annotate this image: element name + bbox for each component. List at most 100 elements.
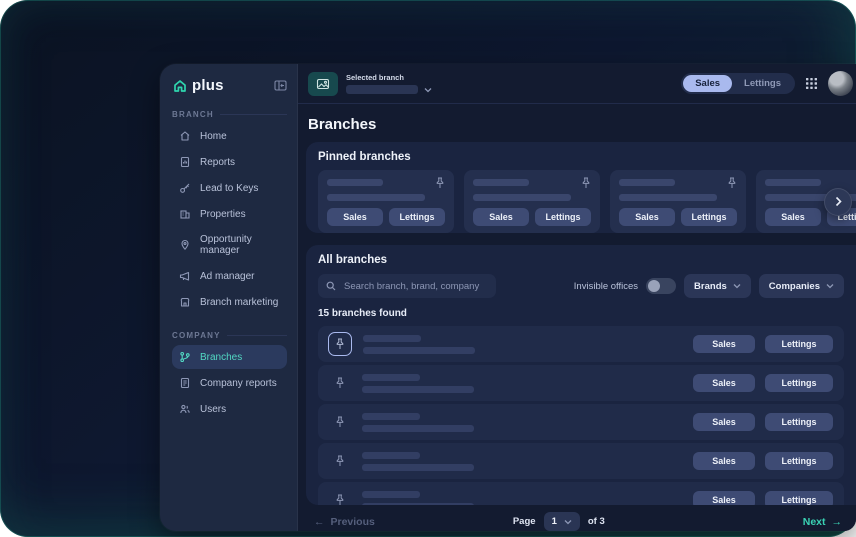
row-lettings-button[interactable]: Lettings xyxy=(765,491,833,505)
branches-list: Sales Lettings Sales Lettings xyxy=(318,326,844,505)
chevron-down-icon xyxy=(826,283,834,289)
logo-text: plus xyxy=(192,77,224,94)
branch-name-skeleton xyxy=(765,179,821,186)
pin-icon[interactable] xyxy=(435,177,445,189)
logo-house-icon xyxy=(172,78,188,94)
card-sales-button[interactable]: Sales xyxy=(619,208,675,226)
pin-icon[interactable] xyxy=(328,416,352,428)
pinned-branch-card[interactable]: Sales Lettings xyxy=(610,170,746,233)
card-lettings-button[interactable]: Lettings xyxy=(389,208,445,226)
buildings-icon xyxy=(179,208,191,220)
toggle-lettings[interactable]: Lettings xyxy=(732,75,793,92)
sidebar-item-reports[interactable]: Reports xyxy=(172,150,287,174)
branch-address-skeleton xyxy=(327,194,425,201)
card-lettings-button[interactable]: Lettings xyxy=(535,208,591,226)
all-branches-panel: All branches Invisible offices Brands Co xyxy=(306,245,856,505)
branch-row[interactable]: Sales Lettings xyxy=(318,443,844,479)
page-label: Page xyxy=(513,516,536,527)
branch-address-skeleton xyxy=(362,464,474,471)
branch-name-skeleton xyxy=(327,179,383,186)
pin-icon[interactable] xyxy=(328,377,352,389)
sidebar-item-label: Home xyxy=(200,131,227,142)
pin-icon[interactable] xyxy=(328,494,352,505)
previous-page-button[interactable]: ← Previous xyxy=(314,516,375,528)
toggle-sales[interactable]: Sales xyxy=(683,75,732,92)
companies-dropdown[interactable]: Companies xyxy=(759,274,844,298)
row-lettings-button[interactable]: Lettings xyxy=(765,413,833,431)
chevron-right-icon xyxy=(835,196,842,207)
key-icon xyxy=(179,182,191,194)
chevron-down-icon xyxy=(564,519,572,525)
card-sales-button[interactable]: Sales xyxy=(473,208,529,226)
pin-icon[interactable] xyxy=(581,177,591,189)
megaphone-icon xyxy=(179,270,191,282)
invisible-offices-toggle[interactable] xyxy=(646,278,676,294)
apps-grid-icon[interactable] xyxy=(805,77,818,90)
row-lettings-button[interactable]: Lettings xyxy=(765,452,833,470)
search-input[interactable] xyxy=(342,280,488,293)
row-lettings-button[interactable]: Lettings xyxy=(765,374,833,392)
branch-name-skeleton xyxy=(619,179,675,186)
row-sales-button[interactable]: Sales xyxy=(693,413,755,431)
search-icon xyxy=(326,281,336,291)
branch-name-skeleton xyxy=(362,413,420,420)
pin-icon-highlighted[interactable] xyxy=(328,332,352,356)
pinned-branch-card[interactable]: Sales Lettings xyxy=(318,170,454,233)
previous-label: Previous xyxy=(331,516,375,528)
carousel-next-button[interactable] xyxy=(824,188,852,216)
sidebar-item-label: Branch marketing xyxy=(200,297,278,308)
pagination: ← Previous Page 1 of 3 Next → xyxy=(298,505,856,531)
row-lettings-button[interactable]: Lettings xyxy=(765,335,833,353)
users-icon xyxy=(179,403,191,415)
sidebar-item-home[interactable]: Home xyxy=(172,124,287,148)
sidebar-item-users[interactable]: Users xyxy=(172,397,287,421)
pinned-cards-carousel: Sales Lettings Sales Lettings xyxy=(318,170,856,233)
pinned-branch-card[interactable]: Sales Lettings xyxy=(464,170,600,233)
sidebar-item-branches[interactable]: Branches xyxy=(172,345,287,369)
sidebar-item-label: Users xyxy=(200,404,226,415)
pin-icon[interactable] xyxy=(328,455,352,467)
card-lettings-button[interactable]: Lettings xyxy=(681,208,737,226)
sidebar-item-label: Lead to Keys xyxy=(200,183,258,194)
sidebar-collapse-icon[interactable] xyxy=(274,79,287,92)
section-label-company: COMPANY xyxy=(172,331,287,340)
storefront-icon xyxy=(179,296,191,308)
company-reports-icon xyxy=(179,377,191,389)
user-avatar[interactable] xyxy=(828,71,853,96)
home-icon xyxy=(179,130,191,142)
branch-name-skeleton xyxy=(473,179,529,186)
row-sales-button[interactable]: Sales xyxy=(693,491,755,505)
page-select[interactable]: 1 xyxy=(544,512,580,531)
reports-icon xyxy=(179,156,191,168)
arrow-left-icon: ← xyxy=(314,516,325,528)
next-label: Next xyxy=(803,516,826,528)
branch-address-skeleton xyxy=(363,347,475,354)
branch-address-skeleton xyxy=(619,194,717,201)
brands-dropdown[interactable]: Brands xyxy=(684,274,751,298)
branch-address-skeleton xyxy=(362,425,474,432)
next-page-button[interactable]: Next → xyxy=(803,516,842,528)
branch-search[interactable] xyxy=(318,274,496,298)
sidebar-item-label: Opportunity manager xyxy=(200,234,280,256)
row-sales-button[interactable]: Sales xyxy=(693,452,755,470)
sidebar-item-ad-manager[interactable]: Ad manager xyxy=(172,264,287,288)
branch-row[interactable]: Sales Lettings xyxy=(318,326,844,362)
page-of-label: of 3 xyxy=(588,516,605,527)
chevron-down-icon xyxy=(424,87,432,93)
branch-image-button[interactable] xyxy=(308,72,338,96)
row-sales-button[interactable]: Sales xyxy=(693,335,755,353)
sidebar-item-lead-to-keys[interactable]: Lead to Keys xyxy=(172,176,287,200)
sidebar-item-company-reports[interactable]: Company reports xyxy=(172,371,287,395)
sidebar-item-branch-marketing[interactable]: Branch marketing xyxy=(172,290,287,314)
branch-row[interactable]: Sales Lettings xyxy=(318,365,844,401)
card-sales-button[interactable]: Sales xyxy=(765,208,821,226)
row-sales-button[interactable]: Sales xyxy=(693,374,755,392)
selected-branch-selector[interactable]: Selected branch xyxy=(346,73,432,94)
card-sales-button[interactable]: Sales xyxy=(327,208,383,226)
branch-row[interactable]: Sales Lettings xyxy=(318,404,844,440)
branches-count: 15 branches found xyxy=(318,308,844,319)
pin-icon[interactable] xyxy=(727,177,737,189)
branch-row[interactable]: Sales Lettings xyxy=(318,482,844,505)
sidebar-item-opportunity-manager[interactable]: Opportunity manager xyxy=(172,228,287,262)
sidebar-item-properties[interactable]: Properties xyxy=(172,202,287,226)
